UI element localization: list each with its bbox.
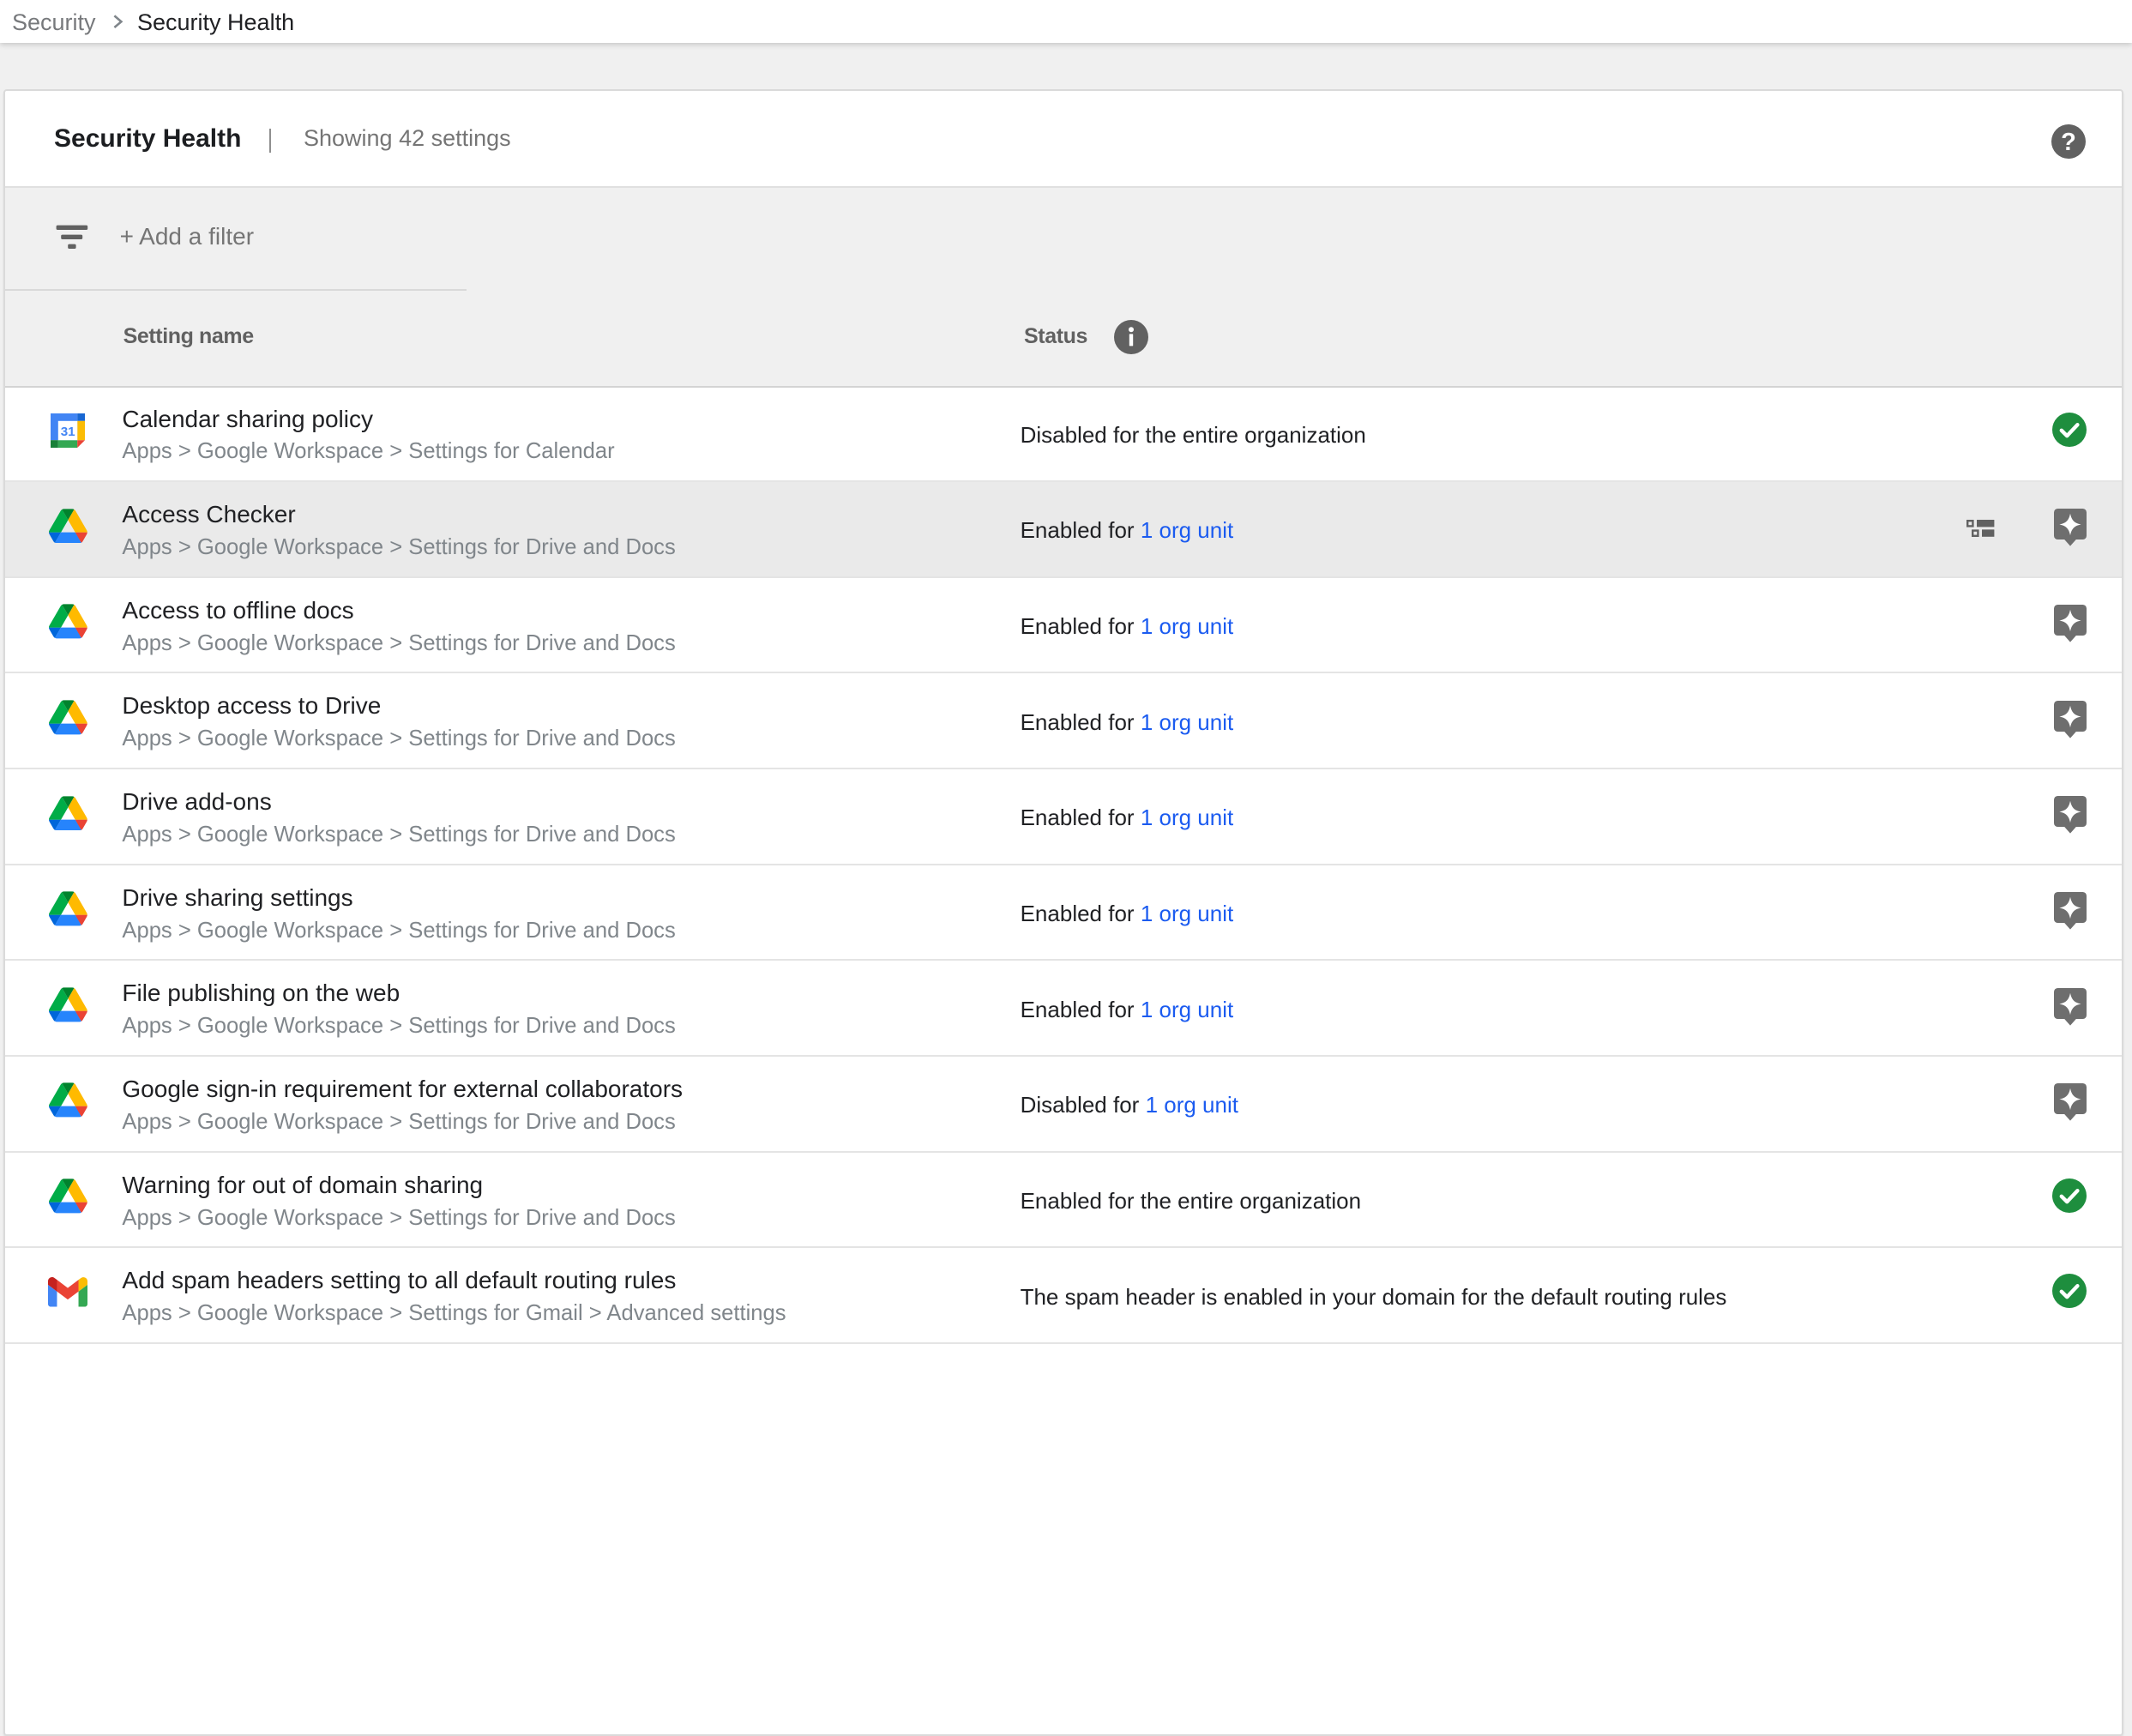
svg-text:?: ?	[2061, 129, 2076, 156]
svg-text:31: 31	[61, 425, 75, 439]
